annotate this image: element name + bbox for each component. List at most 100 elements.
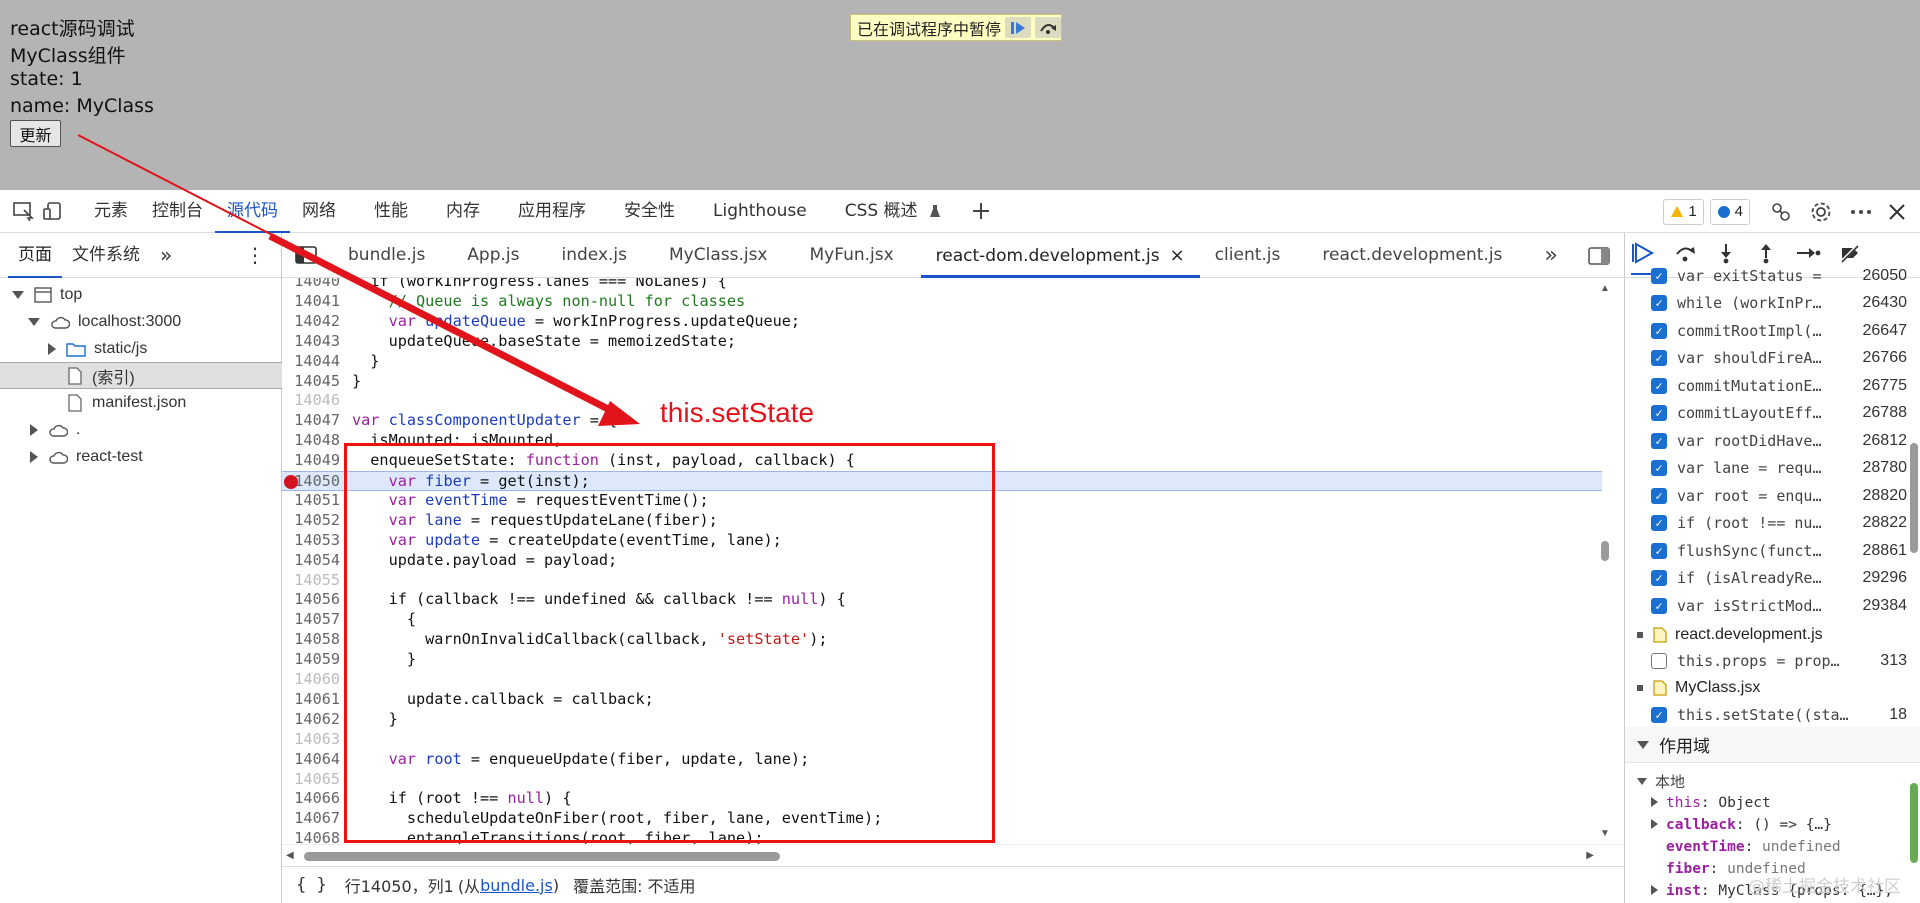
line-number[interactable]: 14056 (282, 590, 340, 610)
code-line[interactable]: 14044 } (282, 352, 1602, 372)
source-map-link[interactable]: bundle.js (480, 876, 553, 895)
tab-page[interactable]: 页面 (8, 233, 62, 278)
line-number[interactable]: 14048 (282, 431, 340, 451)
toggle-navigator-icon[interactable] (291, 240, 321, 270)
line-number[interactable]: 14057 (282, 610, 340, 630)
collapse-icon[interactable] (30, 423, 38, 436)
sidebar-scroll-thumb[interactable] (1910, 443, 1918, 553)
line-number[interactable]: 14052 (282, 511, 340, 531)
tree-item-index[interactable]: (索引) (0, 362, 282, 389)
line-number[interactable]: 14047 (282, 411, 340, 431)
breakpoint-item[interactable]: ✓ if (isAlreadyRe… 29296 (1625, 565, 1920, 593)
tree-item-static-js[interactable]: static/js (0, 335, 282, 362)
line-number[interactable]: 14060 (282, 670, 340, 690)
update-button[interactable]: 更新 (10, 120, 61, 147)
breakpoint-checkbox[interactable]: ✓ (1651, 542, 1667, 559)
tab-memory[interactable]: 内存 (434, 190, 492, 233)
messages-badge[interactable]: 4 (1709, 198, 1750, 225)
tab-filesystem[interactable]: 文件系统 (62, 233, 150, 278)
scroll-thumb[interactable] (304, 852, 780, 861)
tab-console[interactable]: 控制台 (140, 190, 215, 233)
scope-header[interactable]: 作用域 (1625, 727, 1920, 763)
breakpoint-item[interactable]: ✓ if (root !== nu… 28822 (1625, 510, 1920, 538)
line-number[interactable]: 14046 (282, 391, 340, 411)
line-number[interactable]: 14067 (282, 809, 340, 829)
line-number[interactable]: 14054 (282, 551, 340, 571)
breakpoint-file[interactable]: react.development.js (1625, 622, 1920, 648)
code-line[interactable]: 14060 (282, 670, 1602, 690)
navigator-menu-icon[interactable]: ⋮ (235, 233, 275, 278)
resume-icon[interactable] (1005, 17, 1032, 38)
more-editor-tabs-icon[interactable]: » (1529, 233, 1572, 278)
breakpoint-item[interactable]: ✓ commitLayoutEff… 26788 (1625, 400, 1920, 428)
breakpoint-checkbox[interactable]: ✓ (1651, 597, 1667, 614)
breakpoint-marker[interactable] (284, 475, 298, 489)
breakpoint-item[interactable]: ✓ var rootDidHave… 26812 (1625, 427, 1920, 455)
more-tabs-icon[interactable]: » (150, 233, 182, 278)
breakpoint-item[interactable]: ✓ var lane = requ… 28780 (1625, 455, 1920, 483)
breakpoint-file[interactable]: MyClass.jsx (1625, 675, 1920, 701)
connection-icon[interactable] (1766, 197, 1796, 227)
code-line[interactable]: 14053 var update = createUpdate(eventTim… (282, 531, 1602, 551)
expand-icon[interactable] (12, 290, 24, 299)
line-number[interactable]: 14065 (282, 770, 340, 790)
code-line[interactable]: 14045} (282, 372, 1602, 392)
editor-tab-client[interactable]: client.js (1200, 233, 1296, 278)
expand-icon[interactable] (1637, 740, 1649, 749)
code-line[interactable]: 14062 } (282, 710, 1602, 730)
warnings-badge[interactable]: 1 (1663, 198, 1704, 225)
breakpoint-checkbox[interactable]: ✓ (1651, 487, 1667, 504)
breakpoint-checkbox[interactable]: ✓ (1651, 515, 1667, 532)
scope-variable[interactable]: eventTime: undefined (1651, 839, 1841, 861)
line-number[interactable]: 14068 (282, 829, 340, 844)
code-line[interactable]: 14061 update.callback = callback; (282, 690, 1602, 710)
breakpoint-checkbox[interactable]: ✓ (1651, 460, 1667, 477)
tree-item-localhost[interactable]: localhost:3000 (0, 308, 282, 335)
editor-tab-react[interactable]: react.development.js (1307, 233, 1517, 278)
code-line[interactable]: 14054 update.payload = payload; (282, 551, 1602, 571)
tab-lighthouse[interactable]: Lighthouse (701, 190, 819, 233)
line-number[interactable]: 14064 (282, 750, 340, 770)
code-line[interactable]: 14051 var eventTime = requestEventTime()… (282, 491, 1602, 511)
expand-icon[interactable] (1637, 777, 1647, 785)
line-number[interactable]: 14066 (282, 789, 340, 809)
breakpoint-item[interactable]: this.props = prop… 313 (1625, 648, 1920, 676)
code-line[interactable]: 14048 isMounted: isMounted, (282, 431, 1602, 451)
step-over-icon[interactable] (1035, 17, 1062, 38)
breakpoint-checkbox[interactable]: ✓ (1651, 570, 1667, 587)
scroll-down-icon[interactable]: ▼ (1600, 828, 1610, 839)
line-number[interactable]: 14040 (282, 278, 340, 292)
editor-tab-react-dom[interactable]: react-dom.development.js × (920, 233, 1200, 278)
code-line[interactable]: 14065 (282, 770, 1602, 790)
tab-sources[interactable]: 源代码 (215, 190, 290, 233)
line-number[interactable]: 14063 (282, 730, 340, 750)
code-line[interactable]: 14057 { (282, 610, 1602, 630)
inspect-element-icon[interactable] (8, 196, 38, 226)
code-line[interactable]: 14041 // Queue is always non-null for cl… (282, 292, 1602, 312)
close-icon[interactable] (1882, 197, 1912, 227)
horizontal-scrollbar[interactable]: ◀ ▶ (282, 844, 1624, 866)
scroll-up-icon[interactable]: ▲ (1600, 283, 1610, 294)
close-tab-icon[interactable]: × (1170, 245, 1185, 266)
code-line[interactable]: 14059 } (282, 650, 1602, 670)
editor-tab-myclass[interactable]: MyClass.jsx (654, 233, 783, 278)
editor-tab-app[interactable]: App.js (452, 233, 534, 278)
tab-security[interactable]: 安全性 (612, 190, 687, 233)
tree-item-react-test[interactable]: react-test (0, 443, 282, 470)
line-number[interactable]: 14041 (282, 292, 340, 312)
breakpoint-item[interactable]: ✓ var shouldFireA… 26766 (1625, 345, 1920, 373)
line-number[interactable]: 14042 (282, 312, 340, 332)
scroll-right-icon[interactable]: ▶ (1586, 850, 1594, 861)
breakpoint-checkbox[interactable]: ✓ (1651, 322, 1667, 339)
breakpoint-checkbox[interactable]: ✓ (1651, 706, 1667, 723)
code-line[interactable]: 14056 if (callback !== undefined && call… (282, 590, 1602, 610)
editor-tab-index[interactable]: index.js (547, 233, 643, 278)
code-line[interactable]: 14055 (282, 571, 1602, 591)
expand-icon[interactable] (1651, 819, 1658, 829)
breakpoint-item[interactable]: ✓ while (workInPr… 26430 (1625, 290, 1920, 318)
code-line[interactable]: 14066 if (root !== null) { (282, 789, 1602, 809)
tab-performance[interactable]: 性能 (362, 190, 420, 233)
code-line[interactable]: 14068 entangleTransitions(root, fiber, l… (282, 829, 1602, 844)
pretty-print-icon[interactable]: { } (296, 875, 327, 895)
tree-item-top[interactable]: top (0, 281, 282, 308)
